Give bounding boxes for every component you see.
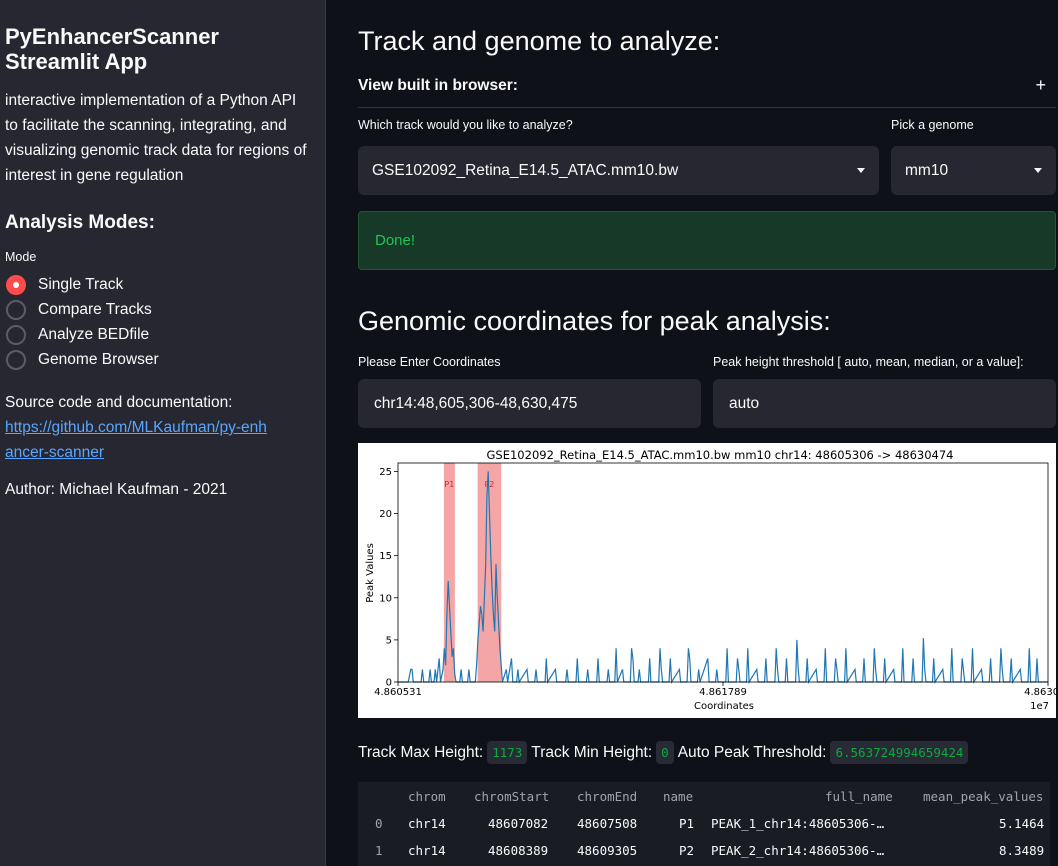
success-text: Done!	[375, 232, 416, 249]
table-cell: P2	[679, 843, 695, 858]
auto-threshold-label: Auto Peak Threshold:	[677, 743, 827, 761]
table-cell: 48609305	[577, 843, 638, 858]
peak-label-P2: P2	[484, 480, 494, 489]
radio-compare-tracks[interactable]: Compare Tracks	[5, 297, 325, 322]
chart-title: GSE102092_Retina_E14.5_ATAC.mm10.bw mm10…	[487, 448, 954, 462]
coords-input-label: Please Enter Coordinates	[358, 355, 501, 369]
table-cell: chr14	[408, 816, 446, 831]
source-label: Source code and documentation:	[5, 394, 233, 411]
genome-select[interactable]: mm10	[891, 146, 1056, 195]
table-cell: PEAK_2_chr14:48605306-…	[711, 843, 885, 858]
column-header[interactable]: mean_peak_values	[923, 789, 1043, 804]
min-height-label: Track Min Height:	[531, 743, 653, 761]
coords-input-value: chr14:48,605,306-48,630,475	[374, 394, 578, 412]
success-alert: Done!	[358, 211, 1056, 270]
track-select[interactable]: GSE102092_Retina_E14.5_ATAC.mm10.bw	[358, 146, 879, 195]
chart-x-multiplier: 1e7	[1030, 701, 1049, 712]
peak-chart-svg: GSE102092_Retina_E14.5_ATAC.mm10.bw mm10…	[365, 448, 1058, 712]
peak-label-P1: P1	[444, 480, 454, 489]
table-cell: 48607082	[488, 816, 549, 831]
genomic-coordinates-heading: Genomic coordinates for peak analysis:	[358, 306, 831, 336]
track-stats: Track Max Height: 1173 Track Min Height:…	[358, 741, 972, 764]
y-tick-label: 20	[379, 509, 392, 520]
app-title: PyEnhancerScanner Streamlit App	[5, 24, 325, 74]
x-tick-label: 4.863048	[1024, 687, 1056, 698]
x-tick-label: 4.860531	[374, 687, 422, 698]
radio-single-track[interactable]: Single Track	[5, 272, 325, 297]
peak-chart: GSE102092_Retina_E14.5_ATAC.mm10.bw mm10…	[358, 443, 1058, 718]
author-text: Author: Michael Kaufman - 2021	[5, 481, 228, 498]
row-index: 0	[375, 816, 383, 831]
max-height-label: Track Max Height:	[358, 743, 484, 761]
column-header[interactable]: chromStart	[474, 789, 549, 804]
expander-label: View built in browser:	[358, 77, 518, 94]
track-genome-heading: Track and genome to analyze:	[358, 26, 721, 56]
table-header-row: chrom chromStart chromEnd name full_name…	[358, 782, 1050, 809]
radio-label: Single Track	[38, 275, 124, 293]
threshold-input-value: auto	[729, 394, 760, 412]
x-tick-label: 4.861789	[699, 687, 747, 698]
table-row[interactable]: 0 chr14 48607082 48607508 P1 PEAK_1_chr1…	[358, 809, 1050, 836]
radio-unselected-icon[interactable]	[6, 349, 26, 370]
sidebar: PyEnhancerScanner Streamlit App interact…	[0, 0, 326, 866]
column-header[interactable]: chromEnd	[577, 789, 637, 804]
table-cell: 48608389	[488, 843, 549, 858]
coords-input[interactable]: chr14:48,605,306-48,630,475	[358, 379, 701, 428]
app-title-line1: PyEnhancerScanner	[5, 24, 219, 49]
y-tick-label: 5	[386, 635, 392, 646]
column-header[interactable]: name	[663, 789, 693, 804]
app-description: interactive implementation of a Python A…	[5, 92, 307, 184]
y-tick-label: 15	[379, 551, 392, 562]
table-cell: P1	[679, 816, 695, 831]
radio-unselected-icon[interactable]	[6, 299, 26, 320]
track-select-value: GSE102092_Retina_E14.5_ATAC.mm10.bw	[372, 161, 679, 179]
threshold-input-label: Peak height threshold [ auto, mean, medi…	[713, 355, 1024, 369]
threshold-input[interactable]: auto	[713, 379, 1056, 428]
chart-y-label: Peak Values	[365, 543, 376, 603]
radio-label: Genome Browser	[38, 350, 159, 368]
radio-label: Analyze BEDfile	[38, 325, 150, 343]
row-index: 1	[375, 843, 383, 858]
source-link[interactable]: https://github.com/MLKaufman/py-enhancer…	[5, 415, 275, 465]
auto-threshold-value: 6.563724994659424	[830, 741, 969, 764]
column-header[interactable]: full_name	[825, 789, 893, 804]
browser-expander[interactable]: View built in browser: +	[358, 75, 1056, 108]
mode-radio-group: Single Track Compare Tracks Analyze BEDf…	[5, 272, 325, 372]
table-row[interactable]: 1 chr14 48608389 48609305 P2 PEAK_2_chr1…	[358, 836, 1050, 863]
max-height-value: 1173	[487, 741, 528, 764]
peaks-dataframe[interactable]: chrom chromStart chromEnd name full_name…	[358, 782, 1050, 866]
app-title-line2: Streamlit App	[5, 49, 148, 74]
track-select-label: Which track would you like to analyze?	[358, 118, 573, 132]
radio-genome-browser[interactable]: Genome Browser	[5, 347, 325, 372]
radio-analyze-bedfile[interactable]: Analyze BEDfile	[5, 322, 325, 347]
radio-unselected-icon[interactable]	[6, 324, 26, 345]
table-cell: PEAK_1_chr14:48605306-…	[711, 816, 885, 831]
chart-x-label: Coordinates	[694, 701, 754, 712]
analysis-modes-heading: Analysis Modes:	[5, 212, 155, 233]
column-header[interactable]: chrom	[408, 789, 446, 804]
table-cell: 48607508	[577, 816, 638, 831]
mode-label: Mode	[5, 250, 37, 264]
table-cell: 8.3489	[999, 843, 1045, 858]
radio-label: Compare Tracks	[38, 300, 152, 318]
genome-select-label: Pick a genome	[891, 118, 974, 132]
genome-select-value: mm10	[905, 161, 949, 179]
y-tick-label: 10	[379, 593, 392, 604]
y-tick-label: 25	[379, 467, 392, 478]
table-cell: chr14	[408, 843, 446, 858]
table-cell: 5.1464	[999, 816, 1045, 831]
plus-icon[interactable]: +	[1035, 75, 1046, 96]
chevron-down-icon	[1034, 168, 1042, 173]
main-content: Track and genome to analyze: View built …	[358, 0, 1058, 866]
chevron-down-icon	[857, 168, 865, 173]
min-height-value: 0	[656, 741, 674, 764]
radio-selected-icon[interactable]	[6, 274, 26, 295]
